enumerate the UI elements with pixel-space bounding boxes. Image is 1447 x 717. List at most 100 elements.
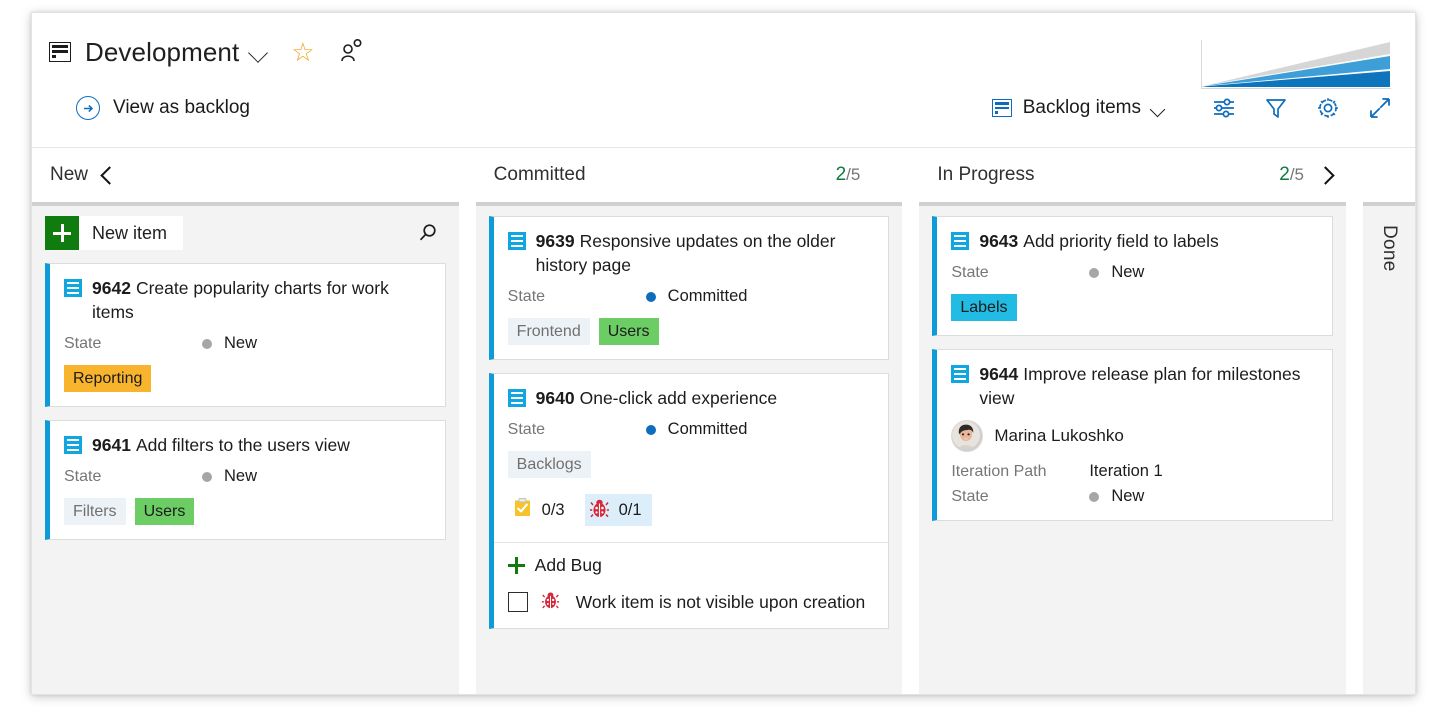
field-label: State <box>508 421 646 439</box>
tag[interactable]: Backlogs <box>508 451 591 478</box>
field-value: New <box>202 467 257 486</box>
tag[interactable]: Reporting <box>64 365 151 392</box>
backlog-level-picker[interactable]: Backlog items <box>992 97 1163 119</box>
tag[interactable]: Users <box>599 318 659 345</box>
bug-counter[interactable]: 0/1 <box>585 494 652 526</box>
card-title: 9639Responsive updates on the older hist… <box>536 229 875 277</box>
column-header <box>1363 148 1415 202</box>
bug-icon <box>589 497 610 523</box>
column-body: New item 9642Create popularity charts fo… <box>32 202 459 695</box>
card-title: 9644Improve release plan for milestones … <box>979 362 1318 410</box>
card-title-text: Add filters to the users view <box>136 435 350 455</box>
board-card[interactable]: 9641Add filters to the users view State … <box>45 420 446 540</box>
product-backlog-item-icon <box>951 232 969 250</box>
state-text: Committed <box>668 420 748 439</box>
field-value: New <box>1089 263 1144 282</box>
board-card[interactable]: 9642Create popularity charts for work it… <box>45 263 446 407</box>
new-child-work-item-row[interactable]: Work item is not visible upon creation <box>508 590 875 614</box>
state-text: New <box>224 467 257 486</box>
column-divider <box>1346 148 1363 695</box>
chevron-down-icon[interactable] <box>248 43 268 63</box>
tag[interactable]: Filters <box>64 498 126 525</box>
card-title-text: Improve release plan for milestones view <box>979 364 1300 408</box>
chevron-down-icon <box>1150 101 1166 117</box>
star-icon[interactable]: ☆ <box>291 39 314 65</box>
field-label: State <box>64 335 202 353</box>
funnel-filter-icon[interactable] <box>1263 95 1289 121</box>
expand-diagonal-icon[interactable] <box>1367 95 1393 121</box>
tag[interactable]: Users <box>135 498 195 525</box>
card-field: State Committed <box>508 287 875 306</box>
card-id: 9642 <box>92 278 131 298</box>
board-card[interactable]: 9643Add priority field to labels State N… <box>932 216 1333 336</box>
card-field: State New <box>64 467 431 486</box>
card-field: State Committed <box>508 420 875 439</box>
chevron-right-icon <box>1316 166 1334 184</box>
grid-icon <box>49 42 71 62</box>
backlog-level-label: Backlog items <box>1023 97 1141 119</box>
expand-column-button[interactable] <box>1304 148 1346 202</box>
column-title: In Progress <box>937 164 1034 186</box>
board-page: Development ☆ <box>31 12 1416 695</box>
bug-icon <box>541 590 560 614</box>
column-body: Done <box>1363 202 1415 695</box>
column-divider <box>459 148 476 695</box>
card-title-text: Add priority field to labels <box>1023 231 1219 251</box>
state-dot <box>646 292 656 302</box>
tag[interactable]: Frontend <box>508 318 590 345</box>
state-dot <box>1089 268 1099 278</box>
column-title: New <box>50 164 88 186</box>
card-id: 9640 <box>536 388 575 408</box>
board-column-in-progress: In Progress 2/5 9643Add priority field t… <box>919 148 1346 695</box>
field-value: Iteration 1 <box>1089 462 1162 481</box>
gear-icon[interactable] <box>1315 95 1341 121</box>
add-bug-button[interactable]: Add Bug <box>508 555 875 576</box>
card-tags: Filters Users <box>64 498 431 525</box>
card-field: State New <box>951 487 1318 506</box>
page-title: Development <box>85 39 239 65</box>
task-counter-text: 0/3 <box>542 501 565 520</box>
task-counter[interactable]: 0/3 <box>508 494 575 526</box>
board-column-committed: Committed 2/5 9639Responsive updates on … <box>476 148 903 695</box>
card-title: 9641Add filters to the users view <box>92 433 350 457</box>
column-head-spacer <box>860 148 902 202</box>
card-title-text: Responsive updates on the older history … <box>536 231 836 275</box>
card-assignee[interactable]: Marina Lukoshko <box>951 420 1318 452</box>
product-backlog-item-icon <box>64 279 82 297</box>
card-id: 9641 <box>92 435 131 455</box>
product-backlog-item-icon <box>951 365 969 383</box>
board-card[interactable]: 9639Responsive updates on the older hist… <box>489 216 890 360</box>
chevron-left-icon <box>100 166 118 184</box>
checkbox-unchecked-icon[interactable] <box>508 592 528 612</box>
search-icon[interactable] <box>416 221 440 245</box>
page-header: Development ☆ <box>32 13 1415 86</box>
state-dot <box>202 472 212 482</box>
view-as-backlog-button[interactable]: View as backlog <box>76 96 250 120</box>
collapse-column-button[interactable] <box>88 148 130 202</box>
plus-icon <box>508 557 525 574</box>
board-card[interactable]: 9640One-click add experience State Commi… <box>489 373 890 629</box>
card-field: Iteration Path Iteration 1 <box>951 462 1318 481</box>
state-text: Committed <box>668 287 748 306</box>
tag[interactable]: Labels <box>951 294 1016 321</box>
settings-sliders-icon[interactable] <box>1211 95 1237 121</box>
view-as-backlog-label: View as backlog <box>113 97 250 119</box>
new-item-label: New item <box>79 223 183 244</box>
board-card[interactable]: 9644Improve release plan for milestones … <box>932 349 1333 521</box>
column-body: 9639Responsive updates on the older hist… <box>476 202 903 695</box>
cumulative-flow-chart[interactable] <box>1201 40 1391 89</box>
wip-current: 2 <box>836 164 847 185</box>
card-tags: Backlogs <box>508 451 875 478</box>
card-id: 9644 <box>979 364 1018 384</box>
field-label: State <box>508 288 646 306</box>
field-label: State <box>951 488 1089 506</box>
board-column-done[interactable]: Done <box>1363 148 1415 695</box>
column-header: Committed 2/5 <box>476 148 903 202</box>
new-item-button[interactable]: New item <box>45 216 183 250</box>
field-value: New <box>202 334 257 353</box>
board-column-new: New New item <box>32 148 459 695</box>
team-members-icon[interactable] <box>339 37 365 68</box>
card-title: 9640One-click add experience <box>536 386 777 410</box>
backlog-grid-icon <box>992 99 1012 117</box>
card-id: 9643 <box>979 231 1018 251</box>
